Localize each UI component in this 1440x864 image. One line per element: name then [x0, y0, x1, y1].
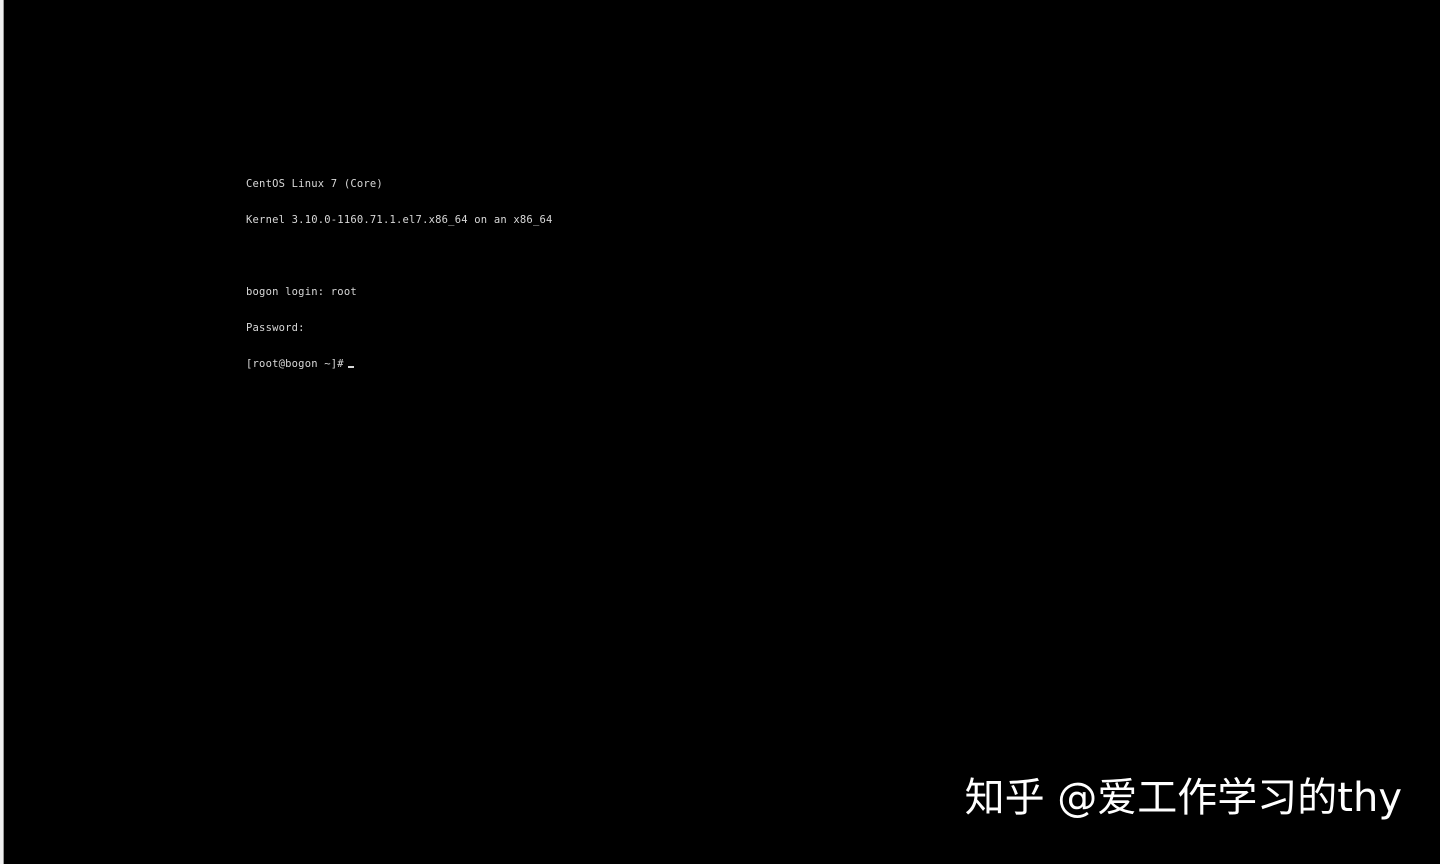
- login-line: bogon login: root: [246, 286, 357, 298]
- text-cursor: [347, 366, 354, 368]
- terminal-output[interactable]: CentOS Linux 7 (Core) Kernel 3.10.0-1160…: [246, 154, 553, 394]
- shell-prompt-line[interactable]: [root@bogon ~]#: [246, 358, 553, 370]
- shell-prompt: [root@bogon ~]#: [246, 358, 344, 370]
- vm-console-screen[interactable]: CentOS Linux 7 (Core) Kernel 3.10.0-1160…: [0, 0, 1440, 864]
- password-line: Password:: [246, 322, 305, 334]
- window-left-border: [0, 0, 4, 864]
- watermark: 知乎 @爱工作学习的thy: [964, 775, 1402, 821]
- kernel-info-line: Kernel 3.10.0-1160.71.1.el7.x86_64 on an…: [246, 214, 553, 226]
- os-banner-line: CentOS Linux 7 (Core): [246, 178, 383, 190]
